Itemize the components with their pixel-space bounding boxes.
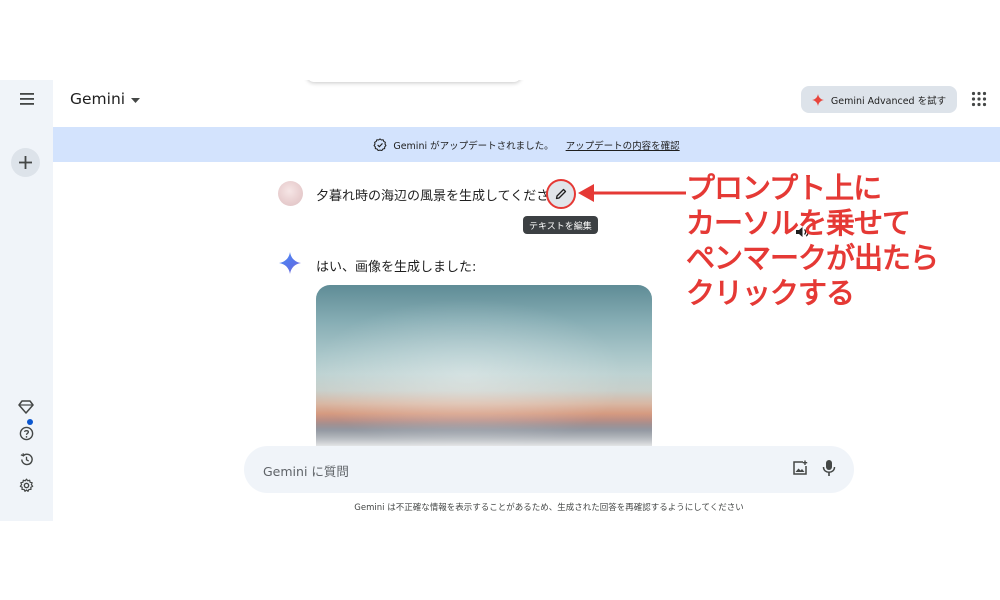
edit-prompt-button[interactable] xyxy=(546,179,576,209)
update-banner: Gemini がアップデートされました。 アップデートの内容を確認 xyxy=(53,127,1000,162)
google-apps-button[interactable] xyxy=(971,91,989,109)
top-notification-chip xyxy=(307,80,521,82)
edit-tooltip: テキストを編集 xyxy=(523,216,598,234)
mic-icon xyxy=(822,460,836,476)
gem-icon xyxy=(18,400,34,414)
try-advanced-label: Gemini Advanced を試す xyxy=(830,95,947,107)
prompt-input-placeholder[interactable]: Gemini に質問 xyxy=(263,461,349,480)
image-upload-button[interactable] xyxy=(792,460,810,478)
image-upload-icon xyxy=(793,460,808,475)
banner-link[interactable]: アップデートの内容を確認 xyxy=(566,138,680,152)
gems-button[interactable] xyxy=(17,398,35,416)
history-icon xyxy=(20,452,33,465)
settings-button[interactable] xyxy=(17,476,35,494)
annotation-line: クリックする xyxy=(686,276,855,310)
help-button[interactable] xyxy=(17,424,35,442)
pencil-icon xyxy=(555,188,567,200)
menu-icon xyxy=(20,93,34,105)
user-avatar xyxy=(278,181,303,206)
annotation-line: ペンマークが出たら xyxy=(686,241,939,275)
disclaimer-text: Gemini は不正確な情報を表示することがあるため、生成された回答を再確認する… xyxy=(354,503,744,513)
annotation-line: カーソルを乗せて xyxy=(686,206,911,240)
microphone-button[interactable] xyxy=(822,459,840,479)
annotation-callout: プロンプト上に カーソルを乗せて ペンマークが出たら クリックする xyxy=(686,171,996,311)
gemini-response-text: はい、画像を生成しました: xyxy=(316,260,477,275)
model-name: Gemini xyxy=(70,90,126,108)
menu-button[interactable] xyxy=(14,88,40,110)
activity-button[interactable] xyxy=(17,450,35,468)
gemini-spark-icon xyxy=(811,93,824,106)
annotation-line: プロンプト上に xyxy=(686,171,882,205)
try-advanced-button[interactable]: Gemini Advanced を試す xyxy=(801,86,957,113)
prompt-input-bar[interactable]: Gemini に質問 xyxy=(244,446,854,493)
apps-grid-icon xyxy=(971,91,987,107)
new-chat-button[interactable] xyxy=(11,148,40,177)
model-switcher[interactable]: Gemini xyxy=(70,90,141,108)
plus-icon xyxy=(19,156,32,169)
sidebar xyxy=(0,80,53,521)
caret-down-icon xyxy=(131,97,141,103)
banner-text: Gemini がアップデートされました。 xyxy=(393,140,554,152)
annotation-arrow xyxy=(578,184,686,202)
gear-icon xyxy=(19,478,33,492)
gemini-spark-icon xyxy=(279,252,301,274)
user-prompt[interactable]: 夕暮れ時の海辺の風景を生成してください xyxy=(316,185,562,204)
help-icon xyxy=(19,426,33,440)
verified-check-icon xyxy=(373,137,387,151)
